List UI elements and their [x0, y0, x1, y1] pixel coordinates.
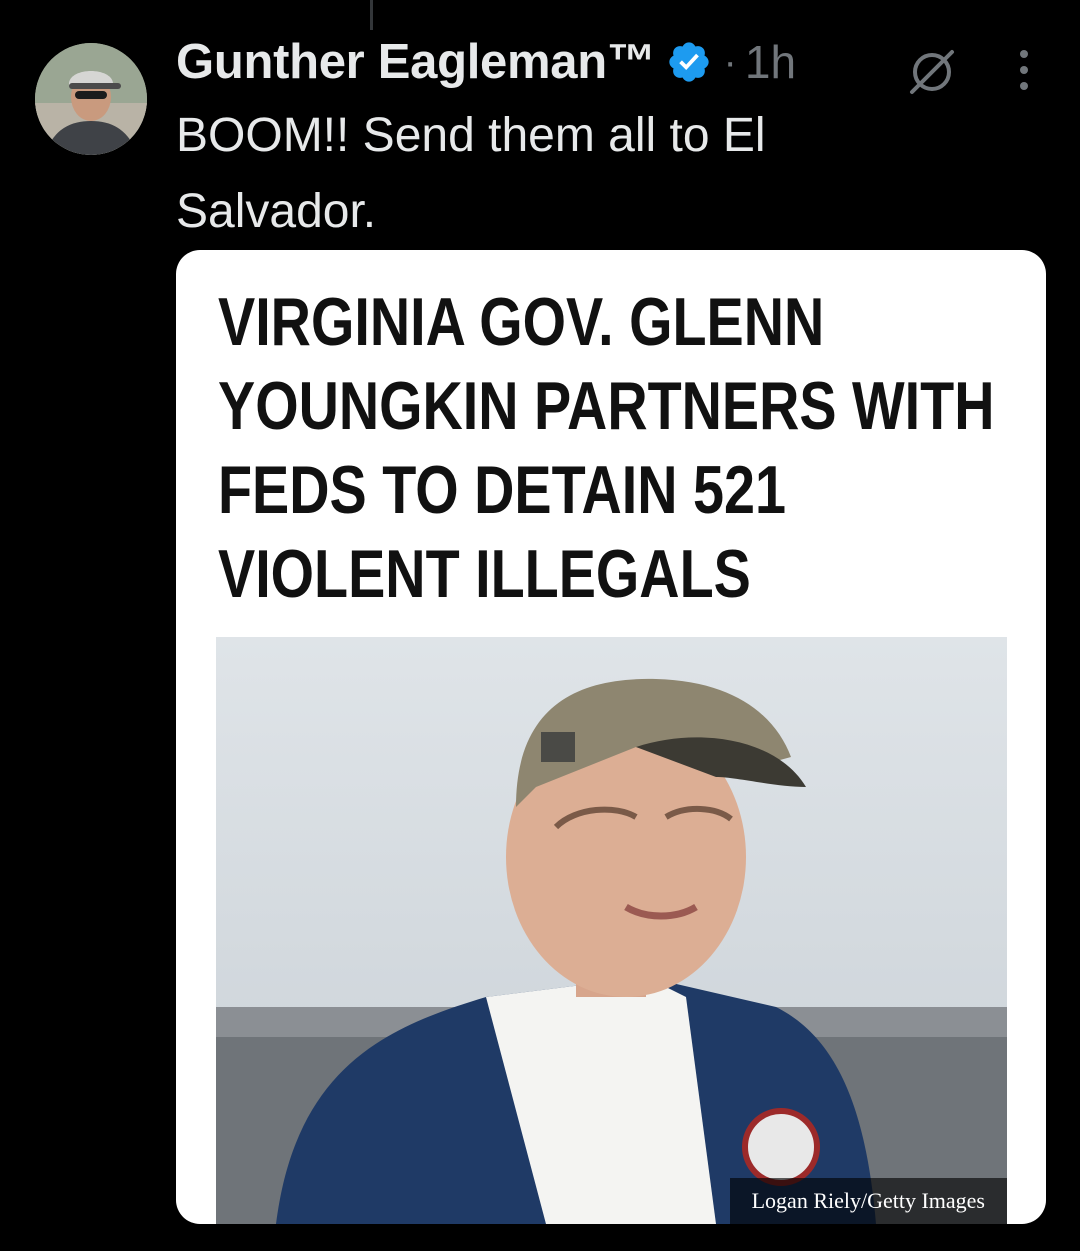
separator-dot: ·	[723, 39, 737, 84]
tweet-text-line: Salvador.	[176, 185, 377, 238]
photo-image	[216, 637, 1007, 1224]
grok-icon[interactable]	[904, 44, 960, 100]
verified-badge-icon	[668, 42, 709, 82]
media-card[interactable]: VIRGINIA GOV. GLENN YOUNGKIN PARTNERS WI…	[176, 250, 1046, 1224]
headline-line: YOUNGKIN PARTNERS WITH	[218, 368, 995, 444]
avatar[interactable]	[35, 43, 147, 155]
thread-connector-line	[370, 0, 373, 30]
article-headline: VIRGINIA GOV. GLENN YOUNGKIN PARTNERS WI…	[218, 280, 995, 616]
more-options-icon[interactable]	[1004, 42, 1044, 98]
author-name[interactable]: Gunther Eagleman™	[176, 34, 656, 90]
headline-line: VIRGINIA GOV. GLENN	[218, 284, 825, 360]
tweet-text-line: BOOM!! Send them all to El	[176, 109, 766, 162]
headline-line: FEDS TO DETAIN 521	[218, 452, 787, 528]
tweet-text: BOOM!! Send them all to El Salvador.	[176, 98, 936, 250]
article-photo[interactable]: Logan Riely/Getty Images	[216, 637, 1007, 1224]
timestamp[interactable]: 1h	[745, 35, 796, 89]
avatar-image	[35, 43, 147, 155]
headline-line: VIOLENT ILLEGALS	[218, 536, 751, 612]
photo-credit: Logan Riely/Getty Images	[729, 1178, 1007, 1224]
tweet-header: Gunther Eagleman™ · 1h	[176, 30, 796, 94]
